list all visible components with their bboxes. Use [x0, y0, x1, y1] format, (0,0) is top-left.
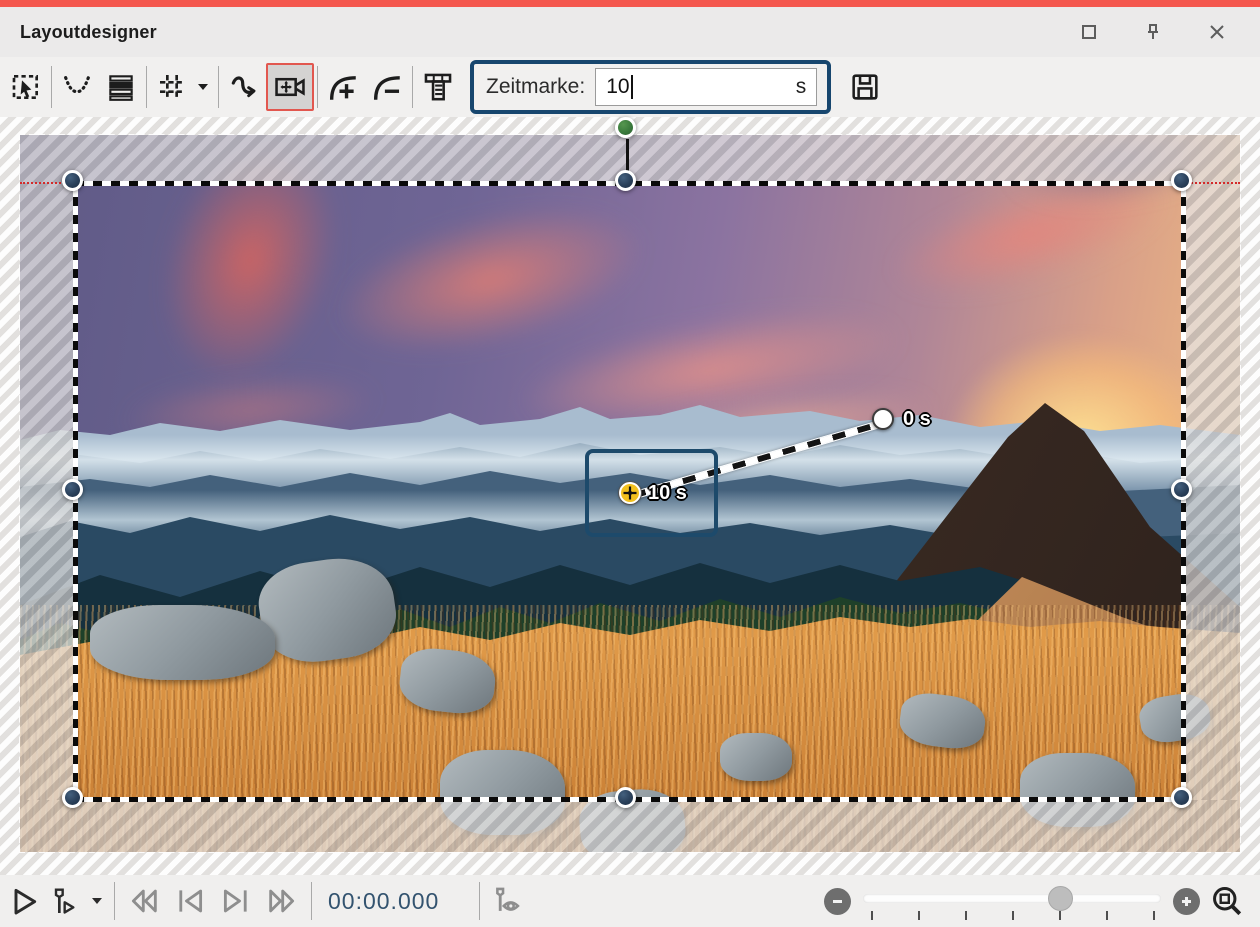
plus-icon — [1179, 894, 1194, 909]
fast-forward-button[interactable] — [259, 879, 305, 923]
time-display: 00:00.000 — [328, 888, 439, 915]
accent-strip — [0, 0, 1260, 7]
transport-separator — [311, 882, 312, 920]
toolbar-separator — [412, 66, 413, 108]
keyframe-start-label: 0 s — [903, 408, 931, 431]
zoom-slider-track[interactable] — [863, 894, 1161, 903]
window-controls — [1072, 7, 1260, 57]
smooth-curve-button[interactable] — [55, 63, 99, 111]
keyframe-marker-end[interactable] — [619, 482, 641, 504]
play-icon — [8, 885, 40, 917]
slider-tick — [1059, 911, 1061, 920]
motion-path-button[interactable] — [222, 63, 266, 111]
layout-toolbar: Zeitmarke: 10 s — [0, 57, 1260, 117]
transport-separator — [479, 882, 480, 920]
zeitmarke-input[interactable]: 10 s — [595, 68, 817, 106]
window-title: Layoutdesigner — [20, 22, 157, 43]
camera-pan-button[interactable] — [266, 63, 314, 111]
zoom-controls — [824, 875, 1260, 927]
resize-handle-bottom-right[interactable] — [1171, 787, 1192, 808]
zeitmarke-label: Zeitmarke: — [486, 75, 585, 99]
close-icon — [1207, 22, 1227, 42]
toolbar-separator — [317, 66, 318, 108]
next-frame-icon — [219, 884, 253, 918]
slider-tick — [1153, 911, 1155, 920]
resize-handle-middle-left[interactable] — [62, 479, 83, 500]
dotted-curve-icon — [61, 71, 93, 103]
rewind-icon — [127, 884, 161, 918]
rewind-button[interactable] — [121, 879, 167, 923]
play-options-caret[interactable] — [92, 898, 102, 904]
transport-separator — [114, 882, 115, 920]
marker-visibility-button[interactable] — [486, 879, 530, 923]
maximize-button[interactable] — [1072, 15, 1106, 49]
text-marker-button[interactable] — [416, 63, 460, 111]
grid-button[interactable] — [150, 63, 194, 111]
grid-dropdown-caret[interactable] — [198, 84, 208, 90]
transport-bar: 00:00.000 — [0, 875, 1260, 927]
pin-play-icon — [50, 885, 82, 917]
minus-icon — [830, 894, 845, 909]
maximize-icon — [1079, 22, 1099, 42]
slider-tick — [871, 911, 873, 920]
crosshair-icon — [622, 485, 638, 501]
remove-curve-point-button[interactable] — [365, 63, 409, 111]
layers-button[interactable] — [99, 63, 143, 111]
resize-handle-bottom-center[interactable] — [615, 787, 636, 808]
slider-tick — [1012, 911, 1014, 920]
save-button[interactable] — [843, 63, 887, 111]
titlebar: Layoutdesigner — [0, 7, 1260, 57]
rotate-handle[interactable] — [615, 117, 636, 138]
toolbar-separator — [51, 66, 52, 108]
previous-frame-button[interactable] — [167, 879, 213, 923]
resize-handle-top-center[interactable] — [615, 170, 636, 191]
zeitmarke-group: Zeitmarke: 10 s — [470, 60, 831, 114]
layout-canvas[interactable]: 0 s 10 s — [0, 117, 1260, 875]
resize-handle-bottom-left[interactable] — [62, 787, 83, 808]
marquee-select-icon — [10, 71, 42, 103]
curve-plus-icon — [326, 70, 360, 104]
curve-arrow-icon — [228, 71, 260, 103]
slider-tick — [965, 911, 967, 920]
zoom-in-button[interactable] — [1173, 888, 1200, 915]
slider-tick — [1106, 911, 1108, 920]
zeitmarke-value: 10 — [606, 75, 629, 99]
outside-view-overlay-right — [1184, 183, 1240, 800]
resize-handle-middle-right[interactable] — [1171, 479, 1192, 500]
pin-eye-icon — [491, 884, 525, 918]
photo-rock — [720, 733, 792, 781]
text-caret — [631, 75, 633, 99]
previous-frame-icon — [173, 884, 207, 918]
camera-move-icon — [273, 70, 307, 104]
magnifier-fit-icon — [1209, 883, 1245, 919]
curve-minus-icon — [370, 70, 404, 104]
add-curve-point-button[interactable] — [321, 63, 365, 111]
toolbar-separator — [146, 66, 147, 108]
outside-view-overlay-bottom — [20, 800, 1240, 852]
photo-rock — [90, 605, 275, 680]
zoom-fit-button[interactable] — [1200, 879, 1254, 923]
save-icon — [848, 70, 882, 104]
grid-icon — [156, 71, 188, 103]
toolbar-separator — [218, 66, 219, 108]
close-button[interactable] — [1200, 15, 1234, 49]
zeitmarke-unit: s — [796, 75, 807, 99]
zoom-slider[interactable] — [863, 881, 1161, 921]
resize-handle-top-right[interactable] — [1171, 170, 1192, 191]
next-frame-button[interactable] — [213, 879, 259, 923]
select-tool-button[interactable] — [4, 63, 48, 111]
keyframe-end-label: 10 s — [648, 482, 687, 505]
resize-handle-top-left[interactable] — [62, 170, 83, 191]
pin-button[interactable] — [1136, 15, 1170, 49]
zoom-out-button[interactable] — [824, 888, 851, 915]
play-from-marker-button[interactable] — [46, 879, 86, 923]
fast-forward-icon — [265, 884, 299, 918]
layers-bars-icon — [105, 71, 137, 103]
text-outline-icon — [421, 70, 455, 104]
keyframe-marker-start[interactable] — [872, 408, 894, 430]
play-button[interactable] — [2, 879, 46, 923]
pin-icon — [1143, 22, 1163, 42]
slider-tick — [918, 911, 920, 920]
zoom-slider-thumb[interactable] — [1048, 886, 1073, 911]
